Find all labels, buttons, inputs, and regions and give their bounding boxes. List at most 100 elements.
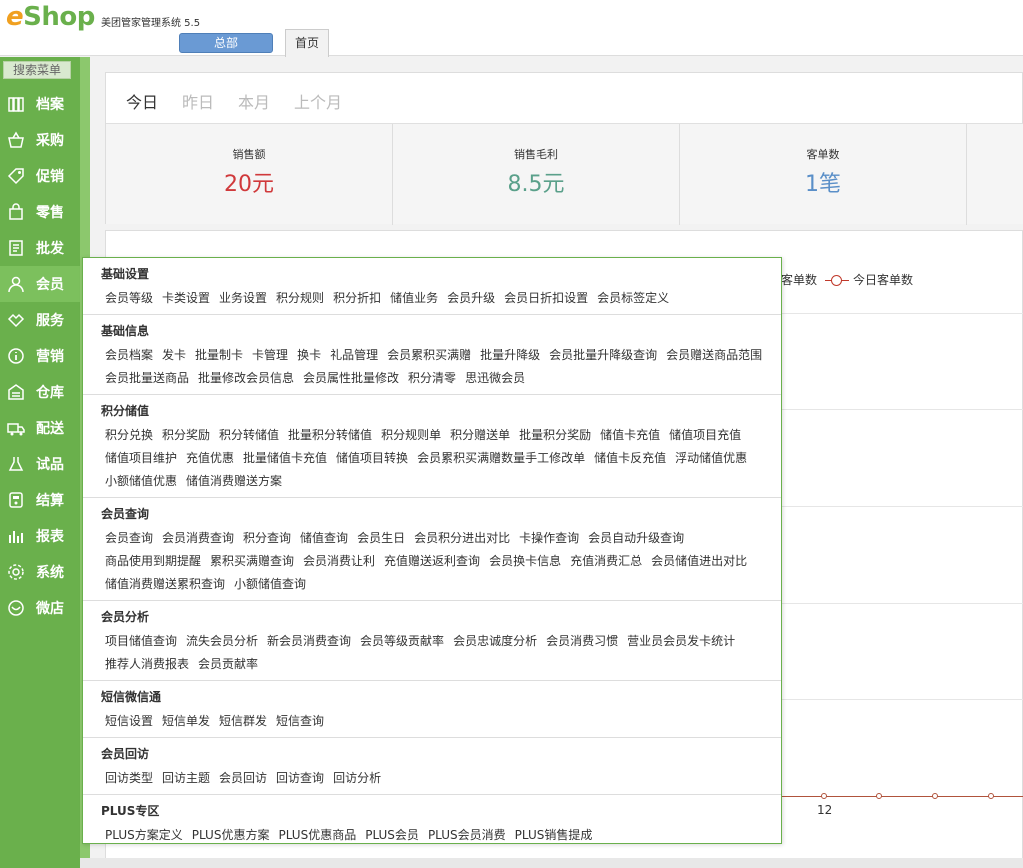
menu-link[interactable]: 批量积分奖励 (519, 424, 591, 447)
menu-link[interactable]: 卡管理 (252, 344, 288, 367)
menu-link[interactable]: 会员换卡信息 (489, 550, 561, 573)
menu-link[interactable]: 会员日折扣设置 (504, 287, 588, 310)
sidebar-item-10[interactable]: 试品 (0, 446, 80, 482)
sidebar-item-0[interactable]: 档案 (0, 86, 80, 122)
sidebar-item-1[interactable]: 采购 (0, 122, 80, 158)
menu-link[interactable]: 短信查询 (276, 710, 324, 733)
menu-link[interactable]: 会员查询 (105, 527, 153, 550)
menu-link[interactable]: 业务设置 (219, 287, 267, 310)
menu-link[interactable]: 会员生日 (357, 527, 405, 550)
search-menu-input[interactable]: 搜索菜单 (3, 61, 71, 79)
menu-link[interactable]: 会员消费查询 (162, 527, 234, 550)
menu-link[interactable]: 储值消费赠送方案 (186, 470, 282, 493)
sidebar-item-5[interactable]: 会员 (0, 266, 82, 302)
sidebar-item-8[interactable]: 仓库 (0, 374, 80, 410)
tab-today[interactable]: 今日 (126, 89, 158, 113)
menu-link[interactable]: 会员标签定义 (597, 287, 669, 310)
menu-link[interactable]: 思迅微会员 (465, 367, 525, 390)
tab-this-month[interactable]: 本月 (238, 89, 270, 113)
menu-link[interactable]: 积分规则单 (381, 424, 441, 447)
menu-link[interactable]: 回访主题 (162, 767, 210, 790)
menu-link[interactable]: 储值卡反充值 (594, 447, 666, 470)
sidebar-item-6[interactable]: 服务 (0, 302, 80, 338)
menu-link[interactable]: 累积买满赠查询 (210, 550, 294, 573)
sidebar-item-9[interactable]: 配送 (0, 410, 80, 446)
menu-link[interactable]: 会员赠送商品范围 (666, 344, 762, 367)
menu-link[interactable]: 会员批量升降级查询 (549, 344, 657, 367)
menu-link[interactable]: 会员忠诚度分析 (453, 630, 537, 653)
menu-link[interactable]: 短信设置 (105, 710, 153, 733)
bottom-scrollbar[interactable] (80, 858, 1023, 868)
sidebar-item-13[interactable]: 系统 (0, 554, 80, 590)
menu-link[interactable]: 储值项目充值 (669, 424, 741, 447)
menu-link[interactable]: 会员消费让利 (303, 550, 375, 573)
sidebar-item-4[interactable]: 批发 (0, 230, 80, 266)
menu-link[interactable]: 会员回访 (219, 767, 267, 790)
menu-link[interactable]: 积分清零 (408, 367, 456, 390)
menu-link[interactable]: 批量制卡 (195, 344, 243, 367)
menu-link[interactable]: 积分赠送单 (450, 424, 510, 447)
sidebar-item-3[interactable]: 零售 (0, 194, 80, 230)
menu-link[interactable]: 储值卡充值 (600, 424, 660, 447)
menu-link[interactable]: 积分奖励 (162, 424, 210, 447)
menu-link[interactable]: PLUS销售提成 (515, 824, 593, 847)
sidebar-item-11[interactable]: 结算 (0, 482, 80, 518)
menu-link[interactable]: 积分查询 (243, 527, 291, 550)
menu-link[interactable]: 营业员会员发卡统计 (627, 630, 735, 653)
tab-home[interactable]: 首页 (285, 29, 329, 57)
menu-link[interactable]: 储值消费赠送累积查询 (105, 573, 225, 596)
menu-link[interactable]: 批量修改会员信息 (198, 367, 294, 390)
menu-link[interactable]: PLUS方案定义 (105, 824, 183, 847)
menu-link[interactable]: 会员贡献率 (198, 653, 258, 676)
tab-last-month[interactable]: 上个月 (294, 89, 342, 113)
menu-link[interactable]: 会员等级贡献率 (360, 630, 444, 653)
menu-link[interactable]: 储值查询 (300, 527, 348, 550)
menu-link[interactable]: 卡操作查询 (519, 527, 579, 550)
menu-link[interactable]: 会员积分进出对比 (414, 527, 510, 550)
menu-link[interactable]: PLUS优惠方案 (192, 824, 270, 847)
menu-link[interactable]: 短信单发 (162, 710, 210, 733)
menu-link[interactable]: 发卡 (162, 344, 186, 367)
menu-link[interactable]: 会员档案 (105, 344, 153, 367)
menu-link[interactable]: 会员储值进出对比 (651, 550, 747, 573)
store-select-button[interactable]: 总部 (179, 33, 273, 53)
sidebar-item-14[interactable]: 微店 (0, 590, 80, 626)
menu-link[interactable]: 会员属性批量修改 (303, 367, 399, 390)
sidebar-item-7[interactable]: 营销 (0, 338, 80, 374)
menu-link[interactable]: 礼品管理 (330, 344, 378, 367)
menu-link[interactable]: 充值赠送返利查询 (384, 550, 480, 573)
menu-link[interactable]: 会员等级 (105, 287, 153, 310)
menu-link[interactable]: 回访类型 (105, 767, 153, 790)
menu-link[interactable]: 推荐人消费报表 (105, 653, 189, 676)
menu-link[interactable]: 回访查询 (276, 767, 324, 790)
menu-link[interactable]: 储值项目转换 (336, 447, 408, 470)
menu-link[interactable]: 浮动储值优惠 (675, 447, 747, 470)
menu-link[interactable]: 会员消费习惯 (546, 630, 618, 653)
sidebar-item-12[interactable]: 报表 (0, 518, 80, 554)
menu-link[interactable]: 会员升级 (447, 287, 495, 310)
menu-link[interactable]: 商品使用到期提醒 (105, 550, 201, 573)
menu-link[interactable]: 充值优惠 (186, 447, 234, 470)
menu-link[interactable]: 流失会员分析 (186, 630, 258, 653)
menu-link[interactable]: PLUS优惠商品 (278, 824, 356, 847)
menu-link[interactable]: 充值消费汇总 (570, 550, 642, 573)
menu-link[interactable]: 小额储值查询 (234, 573, 306, 596)
menu-link[interactable]: 回访分析 (333, 767, 381, 790)
menu-link[interactable]: 积分规则 (276, 287, 324, 310)
menu-link[interactable]: 短信群发 (219, 710, 267, 733)
menu-link[interactable]: 卡类设置 (162, 287, 210, 310)
menu-link[interactable]: PLUS会员消费 (428, 824, 506, 847)
menu-link[interactable]: 积分兑换 (105, 424, 153, 447)
menu-link[interactable]: 储值业务 (390, 287, 438, 310)
menu-link[interactable]: 批量升降级 (480, 344, 540, 367)
tab-yesterday[interactable]: 昨日 (182, 89, 214, 113)
sidebar-item-2[interactable]: 促销 (0, 158, 80, 194)
menu-link[interactable]: 批量积分转储值 (288, 424, 372, 447)
menu-link[interactable]: 批量储值卡充值 (243, 447, 327, 470)
legend-series-label[interactable]: 今日客单数 (853, 271, 913, 288)
menu-link[interactable]: 会员自动升级查询 (588, 527, 684, 550)
menu-link[interactable]: 项目储值查询 (105, 630, 177, 653)
menu-link[interactable]: 小额储值优惠 (105, 470, 177, 493)
menu-link[interactable]: 会员批量送商品 (105, 367, 189, 390)
menu-link[interactable]: 积分折扣 (333, 287, 381, 310)
